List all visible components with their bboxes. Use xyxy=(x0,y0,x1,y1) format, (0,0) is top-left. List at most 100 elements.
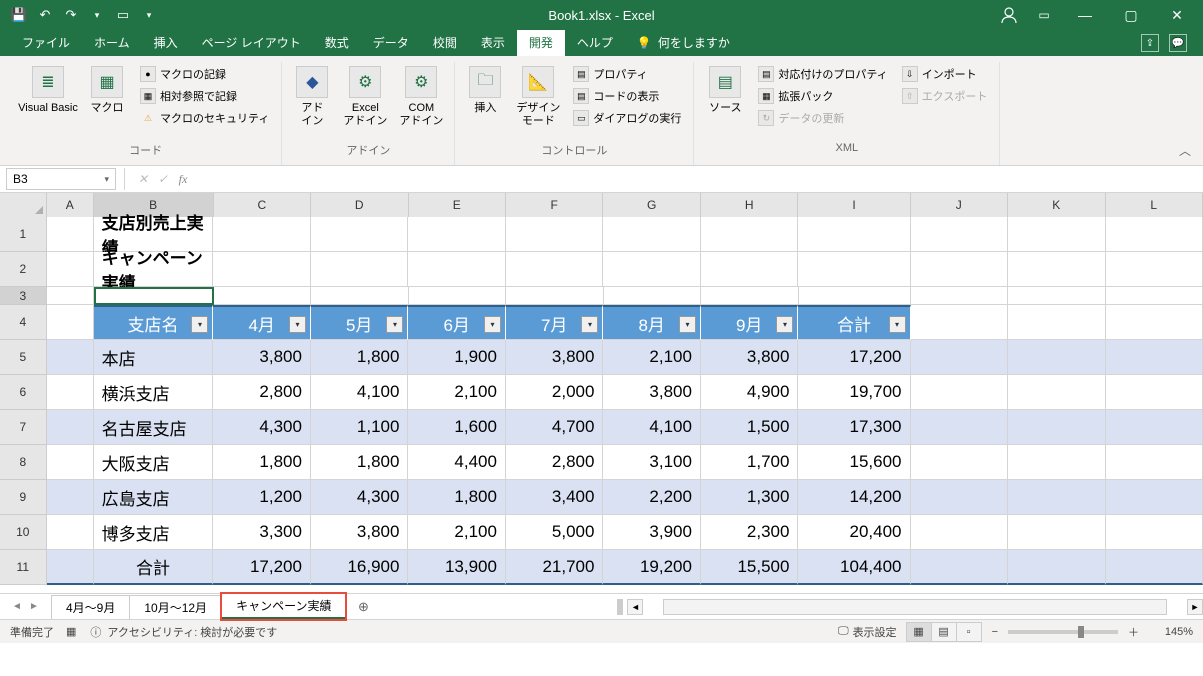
cell[interactable] xyxy=(603,252,701,287)
cell[interactable]: キャンペーン実績 xyxy=(94,252,214,287)
cell[interactable]: 4,300 xyxy=(311,480,409,515)
cell[interactable]: 3,800 xyxy=(701,340,799,375)
cell[interactable]: 13,900 xyxy=(408,550,506,585)
row-header[interactable]: 8 xyxy=(0,445,47,480)
cell[interactable]: 3,800 xyxy=(213,340,311,375)
horizontal-scrollbar[interactable] xyxy=(663,599,1167,615)
cell[interactable] xyxy=(701,252,799,287)
sheet-tab-2[interactable]: キャンペーン実績 xyxy=(221,593,346,620)
split-handle[interactable] xyxy=(617,599,623,615)
account-icon[interactable] xyxy=(995,4,1023,26)
tab-formulas[interactable]: 数式 xyxy=(313,29,361,56)
macro-status-icon[interactable]: ▦ xyxy=(66,625,76,638)
zoom-thumb[interactable] xyxy=(1078,626,1084,638)
cell[interactable] xyxy=(214,287,312,305)
page-break-button[interactable]: ▫ xyxy=(956,622,982,642)
cell[interactable] xyxy=(911,217,1009,252)
share-icon[interactable]: ⇪ xyxy=(1141,34,1159,52)
cell[interactable] xyxy=(1106,480,1203,515)
cell[interactable]: 5,000 xyxy=(506,515,604,550)
cell[interactable]: 1,100 xyxy=(311,410,409,445)
cell[interactable]: 2,100 xyxy=(408,375,506,410)
tab-help[interactable]: ヘルプ xyxy=(565,29,625,56)
cell[interactable]: 大阪支店 xyxy=(94,445,214,480)
cell[interactable] xyxy=(1008,445,1106,480)
view-code-button[interactable]: ▤コードの表示 xyxy=(569,86,685,106)
tab-developer[interactable]: 開発 xyxy=(517,29,565,56)
cell[interactable] xyxy=(47,287,94,305)
sheet-tab-0[interactable]: 4月～9月 xyxy=(51,595,130,619)
cell[interactable]: 3,400 xyxy=(506,480,604,515)
col-header-K[interactable]: K xyxy=(1008,193,1105,217)
cell[interactable] xyxy=(47,410,94,445)
cell[interactable]: 1,500 xyxy=(701,410,799,445)
col-header-H[interactable]: H xyxy=(701,193,798,217)
cell[interactable] xyxy=(47,305,94,340)
cell[interactable] xyxy=(603,217,701,252)
col-header-G[interactable]: G xyxy=(603,193,700,217)
cell[interactable]: 16,900 xyxy=(311,550,409,585)
cell[interactable]: 5月▾ xyxy=(311,305,409,340)
ribbon-display-icon[interactable]: ▭ xyxy=(1031,4,1057,26)
cell[interactable]: 3,800 xyxy=(603,375,701,410)
cell[interactable] xyxy=(911,550,1009,585)
zoom-in-button[interactable]: ＋ xyxy=(1128,624,1139,640)
cell[interactable] xyxy=(47,515,94,550)
cancel-icon[interactable]: ✕ xyxy=(133,172,153,187)
tab-file[interactable]: ファイル xyxy=(10,29,82,56)
visual-basic-button[interactable]: ≣Visual Basic xyxy=(18,62,78,115)
macros-button[interactable]: ▦マクロ xyxy=(84,62,130,115)
cell[interactable] xyxy=(506,217,604,252)
filter-dropdown-icon[interactable]: ▾ xyxy=(191,316,208,333)
hscroll-right-icon[interactable]: ► xyxy=(1187,599,1203,615)
cell[interactable]: 2,100 xyxy=(603,340,701,375)
normal-view-button[interactable]: ▦ xyxy=(906,622,932,642)
cell[interactable] xyxy=(911,375,1009,410)
cell[interactable] xyxy=(911,480,1009,515)
cell[interactable]: 3,300 xyxy=(213,515,311,550)
cell[interactable] xyxy=(911,410,1009,445)
filter-dropdown-icon[interactable]: ▾ xyxy=(386,316,403,333)
col-header-J[interactable]: J xyxy=(911,193,1008,217)
row-header[interactable]: 9 xyxy=(0,480,47,515)
cell[interactable] xyxy=(213,252,311,287)
cell[interactable] xyxy=(911,287,1009,305)
cell[interactable] xyxy=(604,287,702,305)
tab-review[interactable]: 校閲 xyxy=(421,29,469,56)
cell[interactable]: 博多支店 xyxy=(94,515,214,550)
cell[interactable]: 3,900 xyxy=(603,515,701,550)
cell[interactable] xyxy=(1106,340,1203,375)
cell[interactable]: 6月▾ xyxy=(408,305,506,340)
cell[interactable] xyxy=(1008,410,1106,445)
addins-button[interactable]: ◆アド イン xyxy=(290,62,334,128)
cell[interactable] xyxy=(1106,252,1203,287)
cell[interactable] xyxy=(213,217,311,252)
tab-page-layout[interactable]: ページ レイアウト xyxy=(190,29,313,56)
cell[interactable] xyxy=(506,287,604,305)
cell[interactable] xyxy=(47,445,94,480)
cell[interactable]: 1,800 xyxy=(311,340,409,375)
cell[interactable] xyxy=(1008,252,1106,287)
save-icon[interactable]: 💾 xyxy=(8,4,30,26)
cell[interactable]: 21,700 xyxy=(506,550,604,585)
cell[interactable] xyxy=(1008,480,1106,515)
cell[interactable]: 1,800 xyxy=(213,445,311,480)
cell[interactable]: 1,300 xyxy=(701,480,799,515)
run-dialog-button[interactable]: ▭ダイアログの実行 xyxy=(569,108,685,128)
cell[interactable]: 3,100 xyxy=(603,445,701,480)
row-header[interactable]: 7 xyxy=(0,410,47,445)
cell[interactable]: 14,200 xyxy=(798,480,910,515)
filter-dropdown-icon[interactable]: ▾ xyxy=(484,316,501,333)
cell[interactable]: 横浜支店 xyxy=(94,375,214,410)
cell[interactable]: 4月▾ xyxy=(213,305,311,340)
insert-control-button[interactable]: 🗀挿入 xyxy=(463,62,507,115)
cell[interactable]: 20,400 xyxy=(798,515,910,550)
cell[interactable] xyxy=(1106,445,1203,480)
cell[interactable] xyxy=(911,305,1009,340)
comments-icon[interactable]: 💬 xyxy=(1169,34,1187,52)
cell[interactable]: 8月▾ xyxy=(603,305,701,340)
cell[interactable] xyxy=(1106,550,1203,585)
cell[interactable] xyxy=(1008,305,1106,340)
col-header-A[interactable]: A xyxy=(47,193,94,217)
name-box[interactable]: B3▾ xyxy=(6,168,116,190)
